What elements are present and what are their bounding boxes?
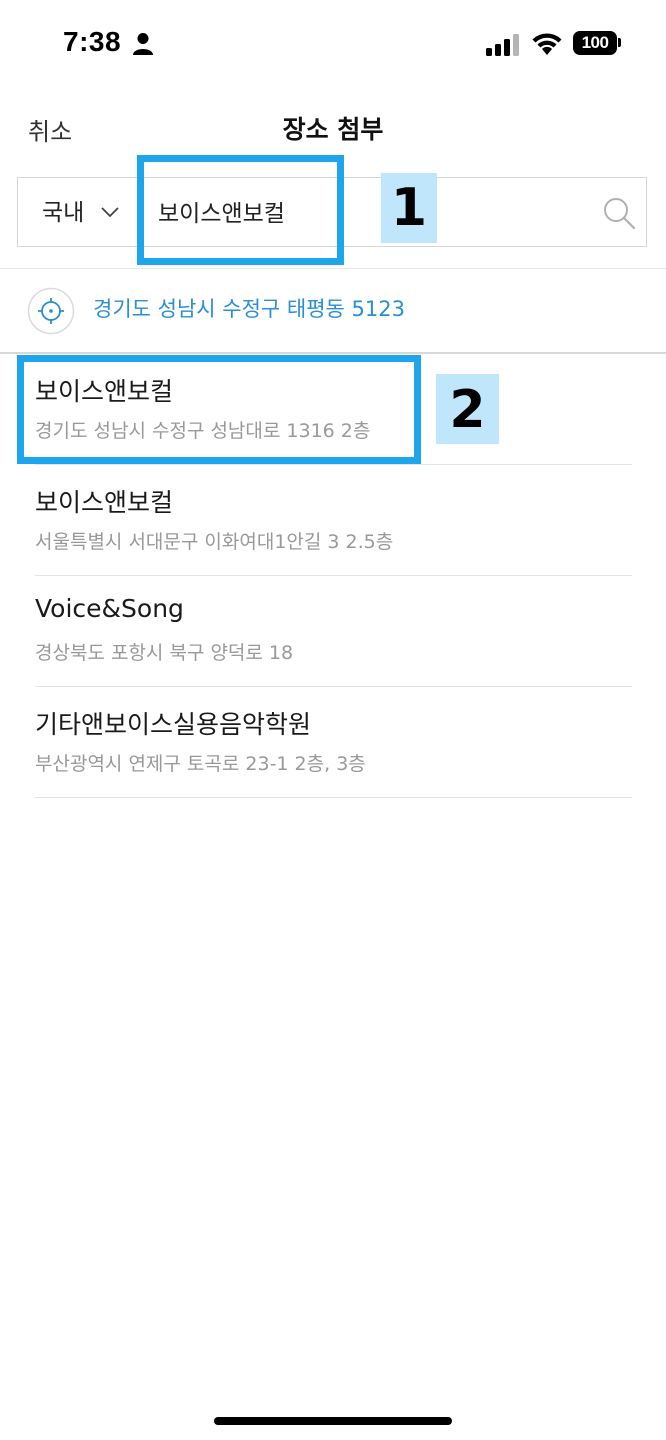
- place-address: 서울특별시 서대문구 이화여대1안길 3 2.5층: [35, 531, 394, 553]
- place-address: 부산광역시 연제구 토곡로 23-1 2층, 3층: [35, 753, 366, 775]
- page-title: 장소 첨부: [282, 115, 384, 144]
- battery-level: 100: [581, 33, 609, 52]
- battery-icon: 100: [573, 31, 617, 55]
- wifi-icon: [532, 33, 562, 55]
- annotation-box-first-result: [17, 355, 421, 464]
- home-indicator[interactable]: [214, 1417, 452, 1425]
- list-item[interactable]: 기타앤보이스실용음악학원 부산광역시 연제구 토곡로 23-1 2층, 3층: [0, 687, 666, 798]
- chevron-down-icon[interactable]: [100, 205, 120, 219]
- current-location-address: 경기도 성남시 수정구 태평동 5123: [93, 297, 405, 321]
- place-name: 기타앤보이스실용음악학원: [35, 710, 312, 739]
- list-item[interactable]: 보이스앤보컬 서울특별시 서대문구 이화여대1안길 3 2.5층: [0, 465, 666, 576]
- list-item[interactable]: Voice&Song 경상북도 포항시 북구 양덕로 18: [0, 576, 666, 687]
- region-select-label: 국내: [42, 200, 85, 226]
- annotation-box-search-input: [137, 155, 344, 265]
- signal-icon: [486, 34, 519, 56]
- place-address: 경상북도 포항시 북구 양덕로 18: [35, 642, 294, 664]
- annotation-label-1: 1: [381, 173, 437, 243]
- annotation-label-2: 2: [436, 374, 499, 444]
- current-location-row[interactable]: 경기도 성남시 수정구 태평동 5123: [0, 269, 666, 353]
- region-select[interactable]: 국내: [42, 178, 84, 248]
- battery-nub: [618, 38, 621, 47]
- status-time: 7:38: [63, 26, 122, 57]
- crosshair-location-icon: [27, 287, 75, 335]
- person-icon: [133, 33, 153, 55]
- search-icon[interactable]: [602, 196, 636, 230]
- place-name: Voice&Song: [35, 594, 184, 623]
- status-bar: 7:38 100: [0, 0, 666, 90]
- place-name: 보이스앤보컬: [35, 488, 174, 517]
- divider: [35, 797, 632, 798]
